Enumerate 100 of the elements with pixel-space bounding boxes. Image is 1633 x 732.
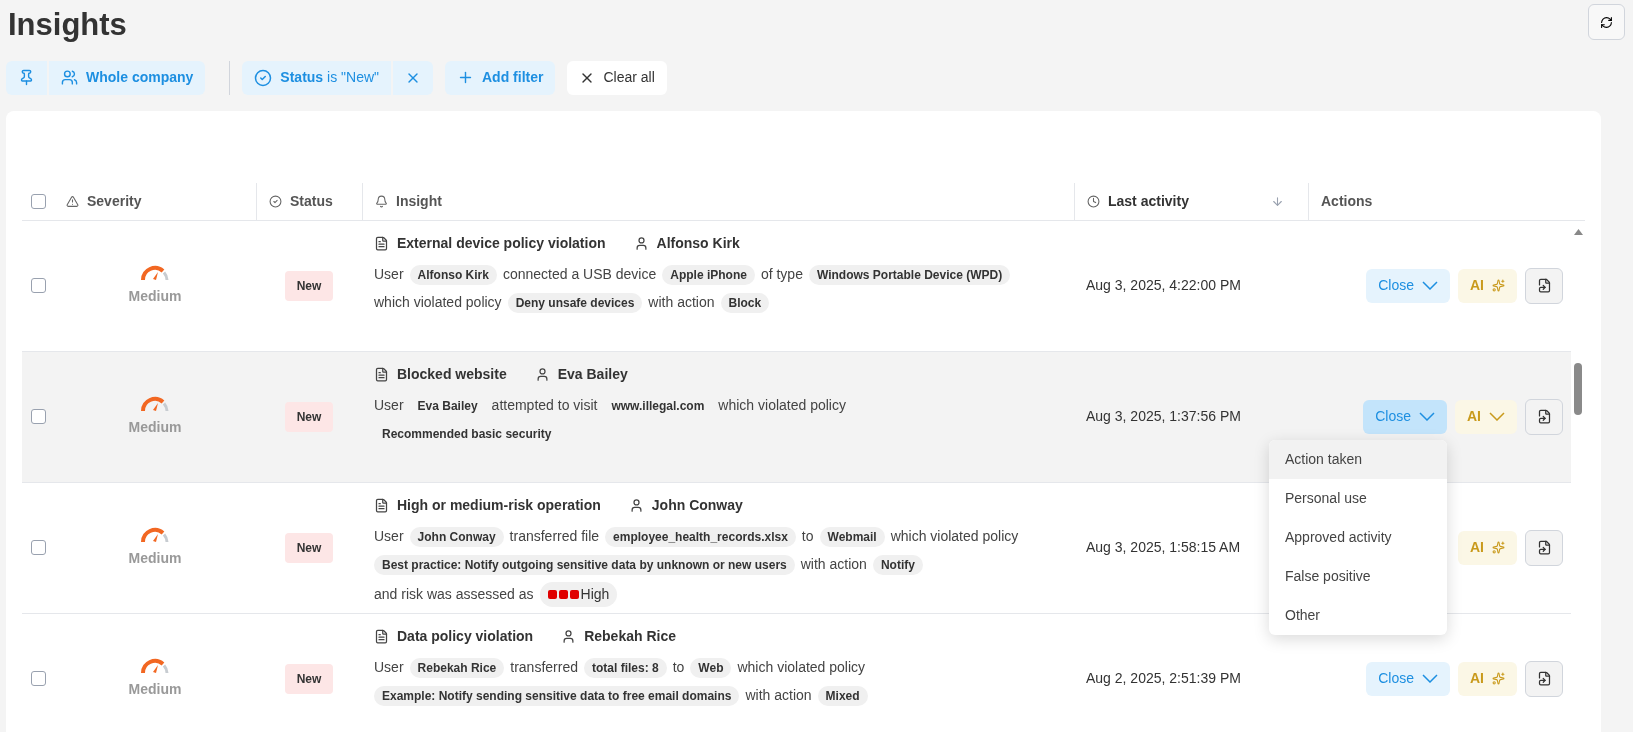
gauge-icon: [139, 526, 171, 544]
document-icon: [374, 628, 389, 644]
date-column-icon: [1087, 194, 1100, 208]
user-name[interactable]: Rebekah Rice: [584, 625, 676, 647]
insight-text: to: [672, 658, 685, 677]
insight-title[interactable]: External device policy violation: [397, 232, 606, 254]
column-header[interactable]: Last activity: [1108, 190, 1189, 212]
user-icon: [534, 366, 550, 382]
insight-tag: Rebekah Rice: [409, 657, 505, 678]
file-link-icon: [1536, 671, 1552, 686]
insight-tag: Windows Portable Device (WPD): [808, 264, 1011, 285]
chevron-down-icon: [1419, 412, 1435, 421]
menu-item[interactable]: Approved activity: [1269, 517, 1447, 557]
column-header[interactable]: Severity: [87, 190, 142, 212]
page-title: Insights: [8, 6, 127, 44]
insight-text: connected a USB device: [502, 265, 657, 284]
insight-title[interactable]: Data policy violation: [397, 625, 534, 647]
severity-column-icon: [66, 194, 79, 208]
insight-tag: Example: Notify sending sensitive data to free email domains: [374, 685, 740, 706]
scrollbar-thumb[interactable]: [1574, 362, 1582, 415]
file-link-icon: [1536, 278, 1552, 293]
refresh-button[interactable]: [1588, 4, 1625, 40]
column-header[interactable]: Insight: [396, 190, 442, 212]
sort-arrow-icon[interactable]: [1271, 194, 1284, 208]
insight-text: transferred: [510, 658, 578, 677]
menu-item[interactable]: Personal use: [1269, 478, 1447, 518]
user-name[interactable]: Eva Bailey: [557, 363, 628, 385]
severity-label: Medium: [128, 287, 182, 306]
user-icon: [561, 628, 577, 644]
clear-all-button[interactable]: Clear all: [567, 60, 667, 95]
checkbox[interactable]: [30, 193, 46, 209]
insight-text: User: [374, 396, 404, 415]
insight-title[interactable]: High or medium-risk operation: [397, 494, 601, 516]
gauge-icon: [139, 657, 171, 675]
risk-tag: High: [539, 581, 618, 607]
remove-filter-button[interactable]: [393, 60, 433, 95]
checkbox[interactable]: [30, 540, 46, 555]
insight-text: which violated policy: [890, 527, 1019, 546]
chevron-down-icon: [1422, 281, 1438, 290]
insight-text: of type: [760, 265, 803, 284]
insight-text: User: [374, 265, 404, 284]
menu-item[interactable]: Other: [1269, 595, 1447, 635]
insight-tag: Apple iPhone: [662, 264, 755, 285]
export-button[interactable]: [1525, 398, 1563, 435]
sparkle-icon: [1492, 672, 1505, 685]
insight-text: attempted to visit: [491, 396, 598, 415]
checkbox[interactable]: [30, 671, 46, 686]
insight-text: which violated policy: [374, 293, 502, 312]
document-icon: [374, 497, 389, 513]
severity-label: Medium: [128, 418, 182, 437]
column-header[interactable]: Status: [290, 190, 333, 212]
insight-column-icon: [375, 194, 388, 208]
insight-text: User: [374, 527, 404, 546]
refresh-icon: [1600, 15, 1613, 29]
scroll-up-icon[interactable]: [1573, 228, 1583, 235]
user-icon: [628, 497, 644, 513]
user-name[interactable]: John Conway: [651, 494, 743, 516]
chevron-down-icon: [1422, 674, 1438, 683]
last-activity-date: Aug 3, 2025, 4:22:00 PM: [1086, 276, 1241, 295]
insight-tag: employee_health_records.xlsx: [605, 526, 796, 547]
insight-text: which violated policy: [718, 396, 846, 415]
status-tag: New: [284, 401, 334, 432]
chevron-down-icon: [1489, 412, 1505, 421]
user-name[interactable]: Alfonso Kirk: [656, 232, 740, 254]
insight-text: transferred file: [509, 527, 600, 546]
menu-item[interactable]: False positive: [1269, 556, 1447, 596]
sparkle-icon: [1492, 279, 1505, 292]
insight-tag: Notify: [872, 554, 923, 575]
users-icon: [61, 69, 78, 86]
checkbox[interactable]: [30, 409, 46, 424]
severity-label: Medium: [128, 549, 182, 568]
insight-text: with action: [745, 686, 812, 705]
insight-tag: Deny unsafe devices: [507, 292, 643, 313]
status-tag: New: [284, 270, 334, 301]
gauge-icon: [139, 264, 171, 282]
pin-icon: [18, 69, 35, 86]
insight-title[interactable]: Blocked website: [397, 363, 507, 385]
insight-tag: Alfonso Kirk: [409, 264, 497, 285]
column-header[interactable]: Actions: [1321, 190, 1373, 212]
insight-tag: Recommended basic security: [374, 423, 560, 444]
insight-text: User: [374, 658, 404, 677]
insight-tag: Mixed: [817, 685, 868, 706]
gauge-icon: [139, 395, 171, 413]
user-icon: [633, 235, 649, 251]
insight-tag: Eva Bailey: [409, 395, 486, 416]
insight-tag: total files: 8: [583, 657, 667, 678]
status-tag: New: [284, 532, 334, 563]
document-icon: [374, 235, 389, 251]
last-activity-date: Aug 3, 2025, 1:58:15 AM: [1086, 538, 1241, 557]
checkbox[interactable]: [30, 278, 46, 293]
insight-text: with action: [800, 555, 867, 574]
export-button[interactable]: [1525, 660, 1563, 697]
export-button[interactable]: [1525, 529, 1563, 566]
export-button[interactable]: [1525, 267, 1563, 304]
insight-text: with action: [648, 293, 715, 312]
insight-text: to: [801, 527, 814, 546]
menu-item[interactable]: Action taken: [1269, 439, 1447, 479]
sparkle-icon: [1492, 541, 1505, 554]
pin-button[interactable]: [6, 60, 47, 95]
insight-tag: www.illegal.com: [603, 395, 713, 416]
